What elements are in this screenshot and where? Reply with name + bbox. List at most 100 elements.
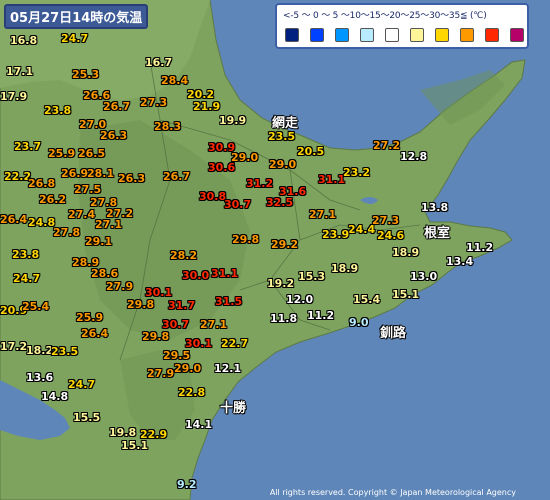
temp-reading: 15.3 [298, 270, 326, 283]
temp-reading: 23.7 [14, 140, 42, 153]
temp-reading: 26.9 [61, 167, 89, 180]
legend-chip [485, 28, 499, 42]
temp-reading: 23.5 [268, 130, 296, 143]
temp-reading: 26.3 [100, 129, 128, 142]
legend-chip [410, 28, 424, 42]
temp-reading: 24.7 [61, 32, 89, 45]
temp-reading: 12.0 [286, 293, 314, 306]
temp-reading: 16.8 [10, 34, 38, 47]
map-title-box: 05月27日14時の気温 [4, 4, 149, 29]
temp-reading: 17.2 [0, 340, 28, 353]
temp-reading: 25.9 [76, 311, 104, 324]
temp-reading: 11.8 [270, 312, 298, 325]
temp-reading: 24.7 [68, 378, 96, 391]
temp-reading: 27.5 [74, 183, 102, 196]
temp-reading: 14.8 [41, 390, 69, 403]
temp-reading: 26.7 [103, 100, 131, 113]
temp-reading: 26.2 [39, 193, 67, 206]
temp-reading: 22.8 [178, 386, 206, 399]
temp-reading: 27.2 [373, 139, 401, 152]
temp-reading: 29.1 [85, 235, 113, 248]
temp-reading: 23.2 [343, 166, 371, 179]
temp-reading: 28.4 [161, 74, 189, 87]
temp-reading: 12.1 [214, 362, 242, 375]
temp-reading: 19.8 [109, 426, 137, 439]
temp-reading: 31.1 [318, 173, 346, 186]
temp-reading: 14.1 [185, 418, 213, 431]
temp-reading: 29.8 [142, 330, 170, 343]
temp-reading: 13.6 [26, 371, 54, 384]
temp-reading: 27.9 [147, 367, 175, 380]
temp-reading: 18.2 [26, 344, 54, 357]
temp-reading: 25.4 [22, 300, 50, 313]
temp-reading: 24.6 [377, 229, 405, 242]
temp-reading: 16.7 [145, 56, 173, 69]
temp-reading: 27.3 [140, 96, 168, 109]
temp-reading: 19.2 [267, 277, 295, 290]
legend: <-5 〜 0 〜 5 〜10〜15〜20〜25〜30〜35≦ (℃) [275, 3, 529, 49]
legend-scale-text: <-5 〜 0 〜 5 〜10〜15〜20〜25〜30〜35≦ (℃) [283, 11, 487, 21]
temp-reading: 26.4 [81, 327, 109, 340]
temp-reading: 27.3 [372, 214, 400, 227]
temp-reading: 26.3 [118, 172, 146, 185]
place-label-kushiro: 釧路 [380, 326, 407, 341]
place-label-nemuro: 根室 [424, 226, 451, 241]
temp-reading: 29.8 [232, 233, 260, 246]
temp-reading: 26.5 [78, 147, 106, 160]
temp-reading: 23.8 [44, 104, 72, 117]
temp-reading: 23.9 [322, 228, 350, 241]
temp-reading: 27.4 [68, 208, 96, 221]
temp-reading: 15.5 [73, 411, 101, 424]
temp-reading: 20.5 [297, 145, 325, 158]
legend-chip [335, 28, 349, 42]
temp-reading: 26.7 [163, 170, 191, 183]
temp-reading: 30.0 [182, 269, 210, 282]
temp-reading: 13.4 [446, 255, 474, 268]
map-title: 05月27日14時の気温 [10, 11, 143, 26]
temp-reading: 24.8 [28, 216, 56, 229]
temp-reading: 29.8 [127, 298, 155, 311]
temp-reading: 28.1 [87, 167, 115, 180]
temp-reading: 31.7 [168, 299, 196, 312]
temp-reading: 29.5 [163, 349, 191, 362]
temp-reading: 15.1 [121, 439, 149, 452]
copyright-notice: All rights reserved. Copyright © Japan M… [269, 488, 516, 497]
temp-reading: 28.3 [154, 120, 182, 133]
temp-reading: 11.2 [307, 309, 335, 322]
temp-reading: 22.7 [221, 337, 249, 350]
temp-reading: 31.1 [211, 267, 239, 280]
temperature-map: 05月27日14時の気温 <-5 〜 0 〜 5 〜10〜15〜20〜25〜30… [0, 0, 550, 500]
temp-reading: 26.8 [28, 177, 56, 190]
temp-reading: 23.8 [12, 248, 40, 261]
temp-reading: 31.2 [246, 177, 274, 190]
temp-reading: 15.1 [392, 288, 420, 301]
temp-reading: 30.8 [199, 190, 227, 203]
temp-reading: 30.7 [224, 198, 252, 211]
temp-reading: 28.6 [91, 267, 119, 280]
legend-chip [510, 28, 524, 42]
temp-reading: 27.1 [95, 218, 123, 231]
legend-color-chips [285, 28, 524, 42]
legend-chip [310, 28, 324, 42]
temp-reading: 31.5 [215, 295, 243, 308]
temp-reading: 29.0 [269, 158, 297, 171]
temp-reading: 24.4 [348, 223, 376, 236]
temp-reading: 23.5 [51, 345, 79, 358]
temp-reading: 17.9 [0, 90, 28, 103]
temp-reading: 25.9 [48, 147, 76, 160]
temp-reading: 29.0 [174, 362, 202, 375]
temp-reading: 13.8 [421, 201, 449, 214]
temp-reading: 13.0 [410, 270, 438, 283]
temp-reading: 29.2 [271, 238, 299, 251]
temp-reading: 28.2 [170, 249, 198, 262]
legend-chip [435, 28, 449, 42]
temp-reading: 18.9 [331, 262, 359, 275]
temp-reading: 30.6 [208, 161, 236, 174]
temp-reading: 32.5 [266, 196, 294, 209]
temp-reading: 11.2 [466, 241, 494, 254]
temp-reading: 27.1 [309, 208, 337, 221]
temp-reading: 12.8 [400, 150, 428, 163]
temp-reading: 19.9 [219, 114, 247, 127]
temp-reading: 18.9 [392, 246, 420, 259]
temp-reading: 9.2 [177, 478, 197, 491]
